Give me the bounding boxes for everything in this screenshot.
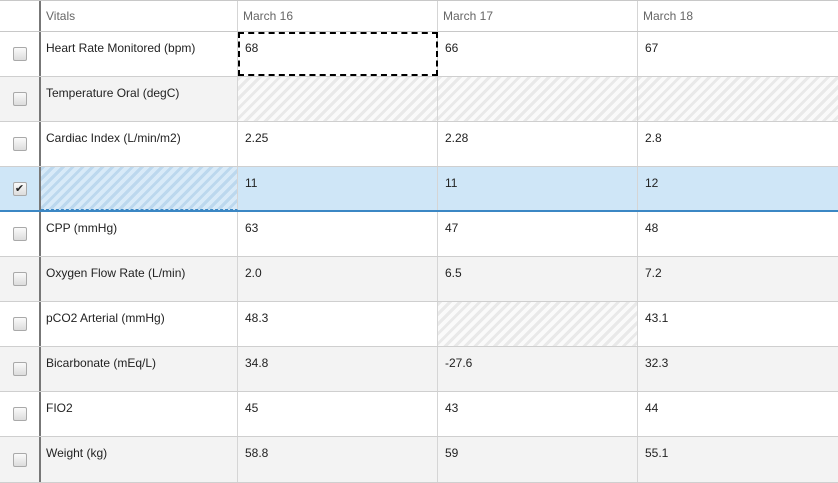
- grid-header-row: Vitals March 16 March 17 March 18: [0, 1, 838, 32]
- row-select-cell: [0, 122, 41, 166]
- vital-label[interactable]: Weight (kg): [41, 437, 238, 482]
- value-cell[interactable]: 45: [238, 392, 438, 436]
- value-cell[interactable]: 34.8: [238, 347, 438, 391]
- value-cell[interactable]: 63: [238, 212, 438, 256]
- vital-label[interactable]: Oxygen Flow Rate (L/min): [41, 257, 238, 301]
- header-select-column: [0, 1, 41, 31]
- value-cell[interactable]: 59: [438, 437, 638, 482]
- row-select-cell: [0, 77, 41, 121]
- empty-hatch: [438, 302, 637, 346]
- value-cell[interactable]: 2.25: [238, 122, 438, 166]
- row-checkbox[interactable]: [12, 47, 27, 61]
- empty-hatch: [238, 77, 437, 121]
- value-cell-empty[interactable]: [238, 77, 438, 121]
- vital-label[interactable]: Temperature Oral (degC): [41, 77, 238, 121]
- vital-label[interactable]: Bicarbonate (mEq/L): [41, 347, 238, 391]
- value-cell[interactable]: 2.0: [238, 257, 438, 301]
- row-select-cell: [0, 437, 41, 482]
- empty-hatch: [41, 167, 237, 209]
- row-checkbox[interactable]: [12, 227, 27, 241]
- row-checkbox[interactable]: [12, 272, 27, 286]
- row-checkbox[interactable]: [12, 137, 27, 151]
- value-cell[interactable]: -27.6: [438, 347, 638, 391]
- row-checkbox-checked[interactable]: ✔: [12, 181, 27, 196]
- row-checkbox[interactable]: [12, 407, 27, 421]
- value-cell[interactable]: 6.5: [438, 257, 638, 301]
- vital-label[interactable]: CPP (mmHg): [41, 212, 238, 256]
- value-cell[interactable]: 48: [638, 212, 838, 256]
- empty-hatch: [438, 77, 637, 121]
- value-cell[interactable]: 47: [438, 212, 638, 256]
- table-row[interactable]: pCO2 Arterial (mmHg) 48.3 43.1: [0, 302, 838, 347]
- row-select-cell: [0, 302, 41, 346]
- column-header-day-1[interactable]: March 16: [238, 1, 438, 31]
- table-row[interactable]: FIO2 45 43 44: [0, 392, 838, 437]
- vital-label[interactable]: FIO2: [41, 392, 238, 436]
- value-cell-focused[interactable]: 68: [238, 32, 438, 76]
- table-row[interactable]: Bicarbonate (mEq/L) 34.8 -27.6 32.3: [0, 347, 838, 392]
- row-checkbox[interactable]: [12, 452, 27, 467]
- value-cell[interactable]: 48.3: [238, 302, 438, 346]
- value-cell[interactable]: 32.3: [638, 347, 838, 391]
- value-cell[interactable]: 7.2: [638, 257, 838, 301]
- table-row[interactable]: Weight (kg) 58.8 59 55.1: [0, 437, 838, 483]
- value-cell[interactable]: 55.1: [638, 437, 838, 482]
- row-checkbox[interactable]: [12, 362, 27, 376]
- column-header-day-2[interactable]: March 17: [438, 1, 638, 31]
- value-cell[interactable]: 67: [638, 32, 838, 76]
- empty-hatch: [638, 77, 838, 121]
- value-cell-empty[interactable]: [438, 302, 638, 346]
- column-header-day-3[interactable]: March 18: [638, 1, 838, 31]
- row-select-cell: [0, 257, 41, 301]
- value-cell[interactable]: 43: [438, 392, 638, 436]
- row-select-cell: ✔: [0, 167, 41, 210]
- row-select-cell: [0, 392, 41, 436]
- vital-label[interactable]: Heart Rate Monitored (bpm): [41, 32, 238, 76]
- value-cell[interactable]: 43.1: [638, 302, 838, 346]
- value-cell[interactable]: 2.28: [438, 122, 638, 166]
- vital-label[interactable]: pCO2 Arterial (mmHg): [41, 302, 238, 346]
- table-row[interactable]: CPP (mmHg) 63 47 48: [0, 212, 838, 257]
- vital-label-empty[interactable]: [41, 167, 238, 210]
- row-select-cell: [0, 32, 41, 76]
- value-cell[interactable]: 11: [438, 167, 638, 210]
- value-cell[interactable]: 2.8: [638, 122, 838, 166]
- table-row[interactable]: Cardiac Index (L/min/m2) 2.25 2.28 2.8: [0, 122, 838, 167]
- value-cell[interactable]: 66: [438, 32, 638, 76]
- value-cell[interactable]: 11: [238, 167, 438, 210]
- column-header-vitals[interactable]: Vitals: [41, 1, 238, 31]
- table-row[interactable]: Oxygen Flow Rate (L/min) 2.0 6.5 7.2: [0, 257, 838, 302]
- value-cell[interactable]: 12: [638, 167, 838, 210]
- vitals-grid: Vitals March 16 March 17 March 18 Heart …: [0, 0, 838, 483]
- value-cell-empty[interactable]: [638, 77, 838, 121]
- row-checkbox[interactable]: [12, 317, 27, 331]
- value-cell-empty[interactable]: [438, 77, 638, 121]
- table-row[interactable]: Heart Rate Monitored (bpm) 68 66 67: [0, 32, 838, 77]
- value-cell[interactable]: 44: [638, 392, 838, 436]
- vital-label[interactable]: Cardiac Index (L/min/m2): [41, 122, 238, 166]
- row-checkbox[interactable]: [12, 92, 27, 106]
- value-cell[interactable]: 58.8: [238, 437, 438, 482]
- row-select-cell: [0, 212, 41, 256]
- table-row-selected[interactable]: ✔ 11 11 12: [0, 167, 838, 212]
- row-select-cell: [0, 347, 41, 391]
- table-row[interactable]: Temperature Oral (degC): [0, 77, 838, 122]
